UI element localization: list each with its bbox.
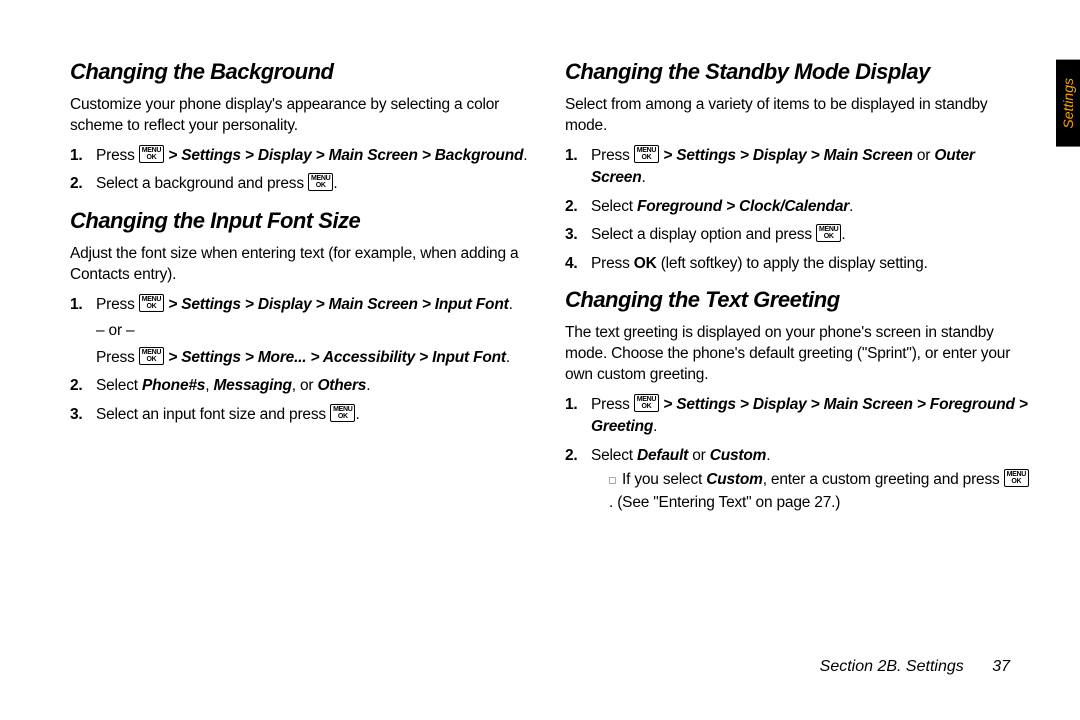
text: Press bbox=[96, 296, 139, 313]
steps-standby: Press MENUOK > Settings > Display > Main… bbox=[565, 145, 1030, 275]
option: Phone#s bbox=[142, 377, 205, 394]
text: Select an input font size and press bbox=[96, 406, 330, 423]
text: , or bbox=[292, 377, 318, 394]
menu-ok-key-icon: MENUOK bbox=[634, 145, 659, 163]
text: . bbox=[523, 147, 527, 164]
text: Press bbox=[591, 396, 634, 413]
text: Select bbox=[96, 377, 142, 394]
text: Select a display option and press bbox=[591, 226, 816, 243]
text: or bbox=[913, 147, 935, 164]
heading-inputfont: Changing the Input Font Size bbox=[70, 208, 535, 234]
sub-bullet: If you select Custom, enter a custom gre… bbox=[591, 469, 1030, 514]
menu-ok-key-icon: MENUOK bbox=[308, 173, 333, 191]
square-bullet-icon bbox=[609, 477, 616, 484]
step-bg-1: Press MENUOK > Settings > Display > Main… bbox=[70, 145, 535, 167]
text: Select a background and press bbox=[96, 175, 308, 192]
menu-ok-key-icon: MENUOK bbox=[139, 347, 164, 365]
section-tab: Settings bbox=[1056, 60, 1080, 147]
steps-background: Press MENUOK > Settings > Display > Main… bbox=[70, 145, 535, 196]
alt-path: Press MENUOK > Settings > More... > Acce… bbox=[96, 347, 535, 369]
text: . bbox=[506, 349, 510, 366]
steps-greeting: Press MENUOK > Settings > Display > Main… bbox=[565, 394, 1030, 514]
text: . (See "Entering Text" on page 27.) bbox=[609, 494, 840, 511]
para-greeting: The text greeting is displayed on your p… bbox=[565, 323, 1030, 386]
heading-standby: Changing the Standby Mode Display bbox=[565, 59, 1030, 85]
step-if-2: Select Phone#s, Messaging, or Others. bbox=[70, 375, 535, 397]
text: . bbox=[841, 226, 845, 243]
nav-path: > Settings > Display > Main Screen bbox=[663, 147, 912, 164]
option: Custom bbox=[706, 471, 763, 488]
footer-page-number: 37 bbox=[992, 658, 1010, 675]
text: Press bbox=[96, 147, 139, 164]
text: . bbox=[333, 175, 337, 192]
text: If you select bbox=[622, 471, 706, 488]
text: Press bbox=[96, 349, 139, 366]
step-sb-3: Select a display option and press MENUOK… bbox=[565, 224, 1030, 246]
para-inputfont: Adjust the font size when entering text … bbox=[70, 244, 535, 286]
step-bg-2: Select a background and press MENUOK. bbox=[70, 173, 535, 195]
heading-greeting: Changing the Text Greeting bbox=[565, 287, 1030, 313]
step-gr-2: Select Default or Custom. If you select … bbox=[565, 445, 1030, 514]
step-sb-1: Press MENUOK > Settings > Display > Main… bbox=[565, 145, 1030, 190]
para-background: Customize your phone display's appearanc… bbox=[70, 95, 535, 137]
text: , enter a custom greeting and press bbox=[763, 471, 1004, 488]
menu-ok-key-icon: MENUOK bbox=[330, 404, 355, 422]
text: . bbox=[653, 418, 657, 435]
page-content: Changing the Background Customize your p… bbox=[0, 0, 1080, 720]
softkey-label: OK bbox=[634, 255, 657, 272]
text: Select bbox=[591, 198, 637, 215]
nav-path: > Settings > More... > Accessibility > I… bbox=[168, 349, 506, 366]
steps-inputfont: Press MENUOK > Settings > Display > Main… bbox=[70, 294, 535, 426]
step-sb-2: Select Foreground > Clock/Calendar. bbox=[565, 196, 1030, 218]
heading-background: Changing the Background bbox=[70, 59, 535, 85]
step-sb-4: Press OK (left softkey) to apply the dis… bbox=[565, 253, 1030, 275]
left-column: Changing the Background Customize your p… bbox=[70, 55, 535, 670]
text: . bbox=[509, 296, 513, 313]
option: Custom bbox=[710, 447, 767, 464]
option: Others bbox=[317, 377, 366, 394]
right-column: Changing the Standby Mode Display Select… bbox=[565, 55, 1030, 670]
para-standby: Select from among a variety of items to … bbox=[565, 95, 1030, 137]
text: . bbox=[849, 198, 853, 215]
text: or bbox=[688, 447, 710, 464]
footer-section-label: Section 2B. Settings bbox=[820, 658, 964, 675]
menu-ok-key-icon: MENUOK bbox=[139, 145, 164, 163]
nav-path: Foreground > Clock/Calendar bbox=[637, 198, 849, 215]
menu-ok-key-icon: MENUOK bbox=[634, 394, 659, 412]
step-if-1: Press MENUOK > Settings > Display > Main… bbox=[70, 294, 535, 369]
nav-path: > Settings > Display > Main Screen > Bac… bbox=[168, 147, 523, 164]
text: Select bbox=[591, 447, 637, 464]
text: . bbox=[766, 447, 770, 464]
option: Messaging bbox=[213, 377, 291, 394]
step-if-3: Select an input font size and press MENU… bbox=[70, 404, 535, 426]
step-gr-1: Press MENUOK > Settings > Display > Main… bbox=[565, 394, 1030, 439]
text: Press bbox=[591, 147, 634, 164]
menu-ok-key-icon: MENUOK bbox=[1004, 469, 1029, 487]
menu-ok-key-icon: MENUOK bbox=[139, 294, 164, 312]
text: . bbox=[642, 169, 646, 186]
text: . bbox=[355, 406, 359, 423]
option: Default bbox=[637, 447, 688, 464]
menu-ok-key-icon: MENUOK bbox=[816, 224, 841, 242]
or-separator: – or – bbox=[96, 320, 535, 342]
page-footer: Section 2B. Settings 37 bbox=[820, 658, 1010, 676]
text: Press bbox=[591, 255, 634, 272]
text: (left softkey) to apply the display sett… bbox=[657, 255, 928, 272]
text: . bbox=[366, 377, 370, 394]
nav-path: > Settings > Display > Main Screen > Inp… bbox=[168, 296, 508, 313]
